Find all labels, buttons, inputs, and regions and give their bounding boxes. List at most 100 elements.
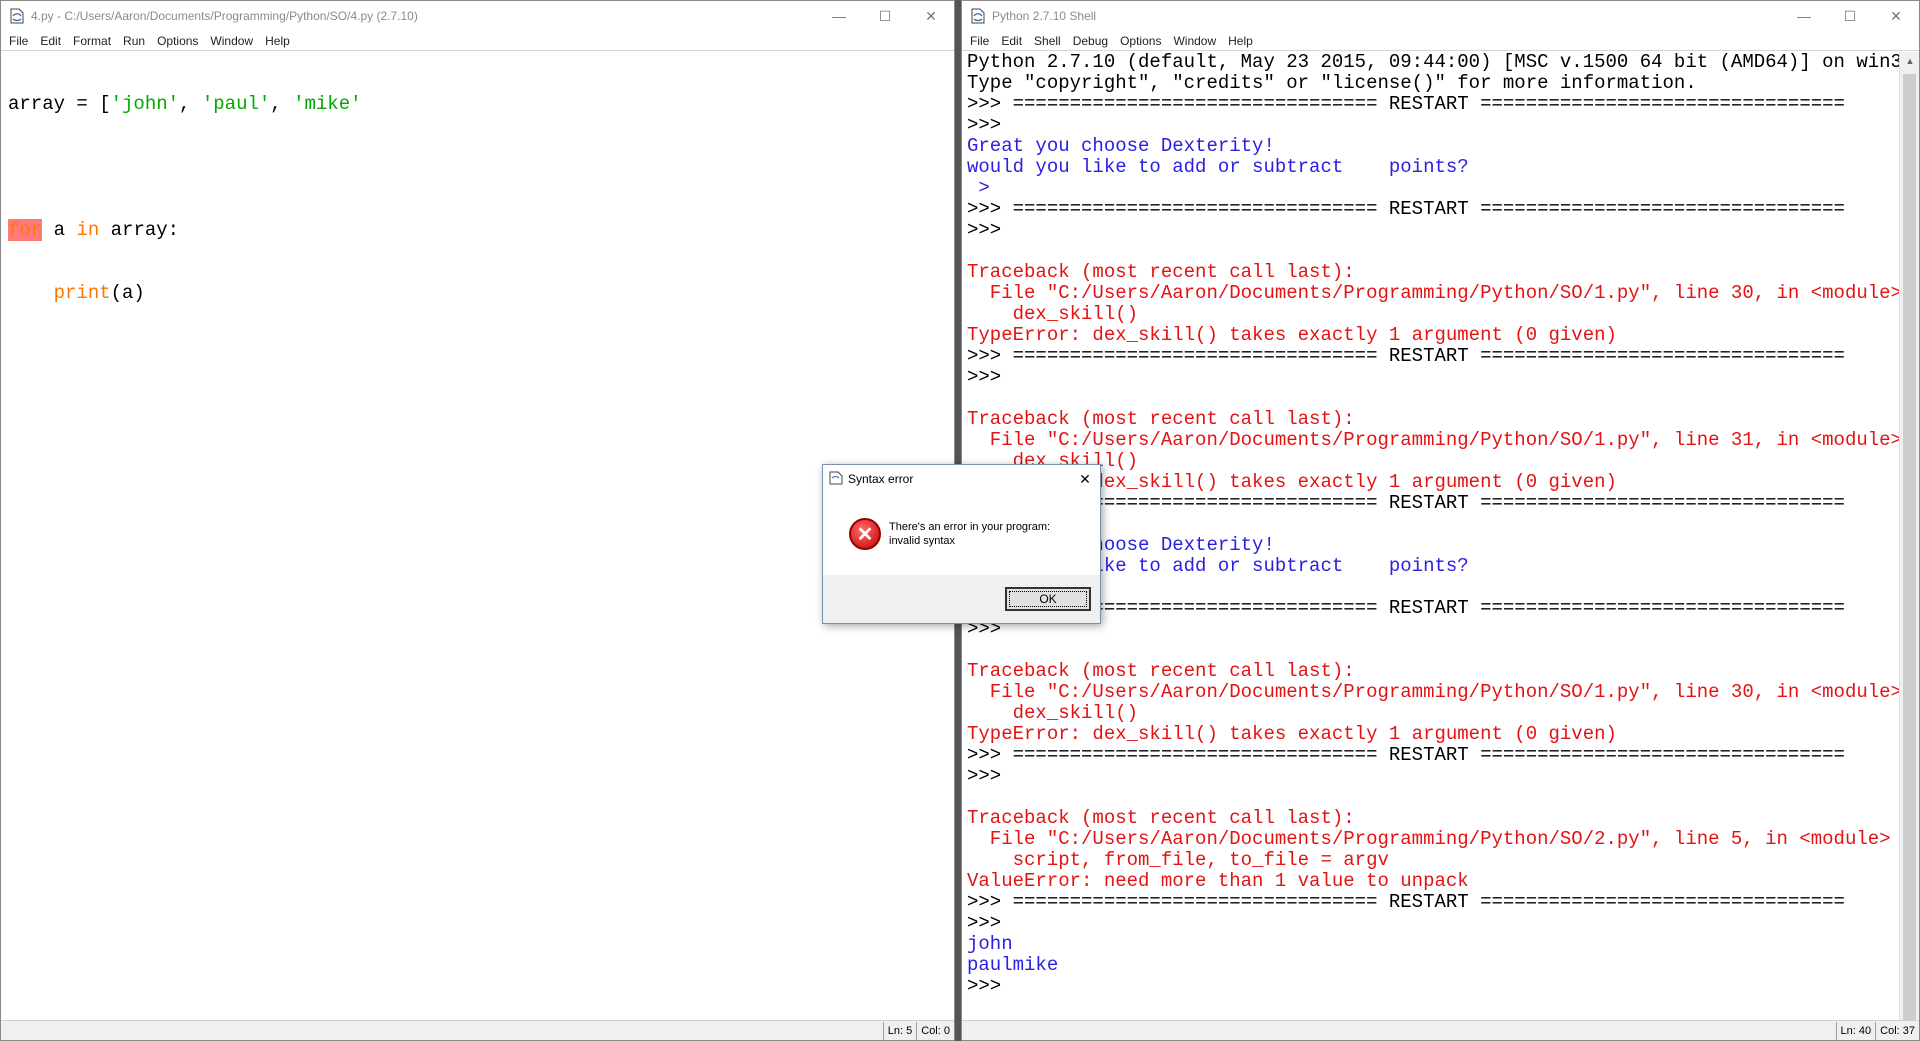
- shell-line: Great you choose Dexterity!: [967, 135, 1275, 157]
- string-token: 'mike': [293, 93, 362, 115]
- dialog-body: ✕ There's an error in your program: inva…: [823, 493, 1100, 575]
- dialog-message-line: invalid syntax: [889, 535, 956, 547]
- minimize-icon[interactable]: —: [816, 1, 862, 31]
- shell-line: >>> ================================ RES…: [967, 93, 1845, 115]
- editor-window: 4.py - C:/Users/Aaron/Documents/Programm…: [0, 0, 955, 1041]
- shell-window: Python 2.7.10 Shell — ☐ ✕ File Edit Shel…: [961, 0, 1920, 1041]
- menu-run[interactable]: Run: [117, 31, 151, 51]
- maximize-icon[interactable]: ☐: [1827, 1, 1873, 31]
- shell-line: >>> ================================ RES…: [967, 492, 1845, 514]
- shell-line: paulmike: [967, 954, 1059, 976]
- menu-file[interactable]: File: [3, 31, 34, 51]
- menu-edit[interactable]: Edit: [995, 31, 1028, 51]
- shell-line: >: [967, 177, 990, 199]
- shell-line: File "C:/Users/Aaron/Documents/Programmi…: [967, 681, 1899, 703]
- shell-line: File "C:/Users/Aaron/Documents/Programmi…: [967, 828, 1891, 850]
- shell-menubar: File Edit Shell Debug Options Window Hel…: [962, 31, 1919, 51]
- menu-edit[interactable]: Edit: [34, 31, 67, 51]
- shell-line: >>>: [967, 514, 1894, 535]
- shell-line: >>>: [967, 975, 1002, 997]
- code-token: array:: [99, 219, 180, 241]
- menu-window[interactable]: Window: [1167, 31, 1222, 51]
- dialog-footer: OK: [823, 575, 1100, 623]
- shell-line: >>> ================================ RES…: [967, 597, 1845, 619]
- keyword-token: print: [53, 282, 111, 304]
- shell-line: would you like to add or subtract points…: [967, 156, 1469, 178]
- shell-line: TypeError: dex_skill() takes exactly 1 a…: [967, 324, 1617, 346]
- shell-line: >>>: [967, 219, 1002, 241]
- shell-line: dex_skill(): [967, 450, 1139, 472]
- shell-line: >>>: [967, 618, 1002, 640]
- dialog-message: There's an error in your program: invali…: [889, 520, 1050, 548]
- code-line: for a in array:: [8, 219, 947, 241]
- dialog-titlebar[interactable]: Syntax error ✕: [823, 465, 1100, 493]
- shell-line: >>> ================================ RES…: [967, 198, 1845, 220]
- menu-window[interactable]: Window: [204, 31, 259, 51]
- code-line: array = ['john', 'paul', 'mike': [8, 94, 947, 115]
- editor-menubar: File Edit Format Run Options Window Help: [1, 31, 954, 51]
- shell-line: >>>: [967, 114, 1002, 136]
- shell-statusbar: Ln: 40 Col: 37: [962, 1020, 1919, 1040]
- close-icon[interactable]: ✕: [1070, 465, 1100, 493]
- shell-line: File "C:/Users/Aaron/Documents/Programmi…: [967, 429, 1899, 451]
- shell-line: Python 2.7.10 (default, May 23 2015, 09:…: [967, 52, 1899, 73]
- menu-options[interactable]: Options: [151, 31, 204, 51]
- idle-feather-icon: [829, 471, 843, 488]
- ok-button[interactable]: OK: [1005, 587, 1091, 611]
- keyword-token: in: [76, 219, 100, 241]
- code-editor[interactable]: array = ['john', 'paul', 'mike' for a in…: [1, 52, 954, 1020]
- scroll-up-icon[interactable]: ▲: [1900, 52, 1920, 69]
- code-token: a: [42, 219, 77, 241]
- status-line: Ln: 5: [882, 1021, 916, 1040]
- menu-file[interactable]: File: [964, 31, 995, 51]
- editor-titlebar[interactable]: 4.py - C:/Users/Aaron/Documents/Programm…: [1, 1, 954, 31]
- shell-line: >>> ================================ RES…: [967, 345, 1845, 367]
- shell-line: >>>: [967, 912, 1002, 934]
- shell-output[interactable]: Python 2.7.10 (default, May 23 2015, 09:…: [962, 52, 1899, 1020]
- string-token: 'john': [110, 93, 180, 115]
- code-token: ,: [270, 93, 294, 115]
- idle-file-icon: [9, 8, 25, 24]
- shell-titlebar[interactable]: Python 2.7.10 Shell — ☐ ✕: [962, 1, 1919, 31]
- menu-shell[interactable]: Shell: [1028, 31, 1067, 51]
- menu-options[interactable]: Options: [1114, 31, 1167, 51]
- menu-format[interactable]: Format: [67, 31, 117, 51]
- minimize-icon[interactable]: —: [1781, 1, 1827, 31]
- shell-line: >: [967, 577, 1894, 598]
- maximize-icon[interactable]: ☐: [862, 1, 908, 31]
- close-icon[interactable]: ✕: [908, 1, 954, 31]
- code-token: array = [: [8, 93, 111, 115]
- code-line: print(a): [8, 283, 947, 304]
- status-col: Col: 0: [916, 1021, 954, 1040]
- shell-line: dex_skill(): [967, 303, 1139, 325]
- scroll-thumb[interactable]: [1903, 74, 1916, 1024]
- menu-help[interactable]: Help: [259, 31, 296, 51]
- syntax-error-highlight: for: [8, 219, 43, 241]
- status-line: Ln: 40: [1835, 1021, 1876, 1040]
- editor-statusbar: Ln: 5 Col: 0: [1, 1020, 954, 1040]
- dialog-title: Syntax error: [848, 472, 914, 486]
- shell-line: File "C:/Users/Aaron/Documents/Programmi…: [967, 282, 1899, 304]
- idle-shell-icon: [970, 8, 986, 24]
- close-icon[interactable]: ✕: [1873, 1, 1919, 31]
- shell-line: dex_skill(): [967, 702, 1139, 724]
- vertical-scrollbar[interactable]: ▲: [1899, 52, 1920, 1024]
- shell-line: would you like to add or subtract points…: [967, 555, 1469, 577]
- shell-line: Traceback (most recent call last):: [967, 261, 1355, 283]
- shell-line: Traceback (most recent call last):: [967, 807, 1355, 829]
- shell-title: Python 2.7.10 Shell: [992, 9, 1097, 23]
- syntax-error-dialog: Syntax error ✕ ✕ There's an error in you…: [822, 464, 1101, 624]
- shell-line: TypeError: dex_skill() takes exactly 1 a…: [967, 723, 1617, 745]
- error-icon: ✕: [849, 518, 881, 550]
- shell-line: Traceback (most recent call last):: [967, 660, 1355, 682]
- shell-line: >>>: [967, 366, 1002, 388]
- shell-line: >>>: [967, 765, 1002, 787]
- menu-debug[interactable]: Debug: [1067, 31, 1114, 51]
- menu-help[interactable]: Help: [1222, 31, 1259, 51]
- shell-line: Great you choose Dexterity!: [967, 534, 1275, 556]
